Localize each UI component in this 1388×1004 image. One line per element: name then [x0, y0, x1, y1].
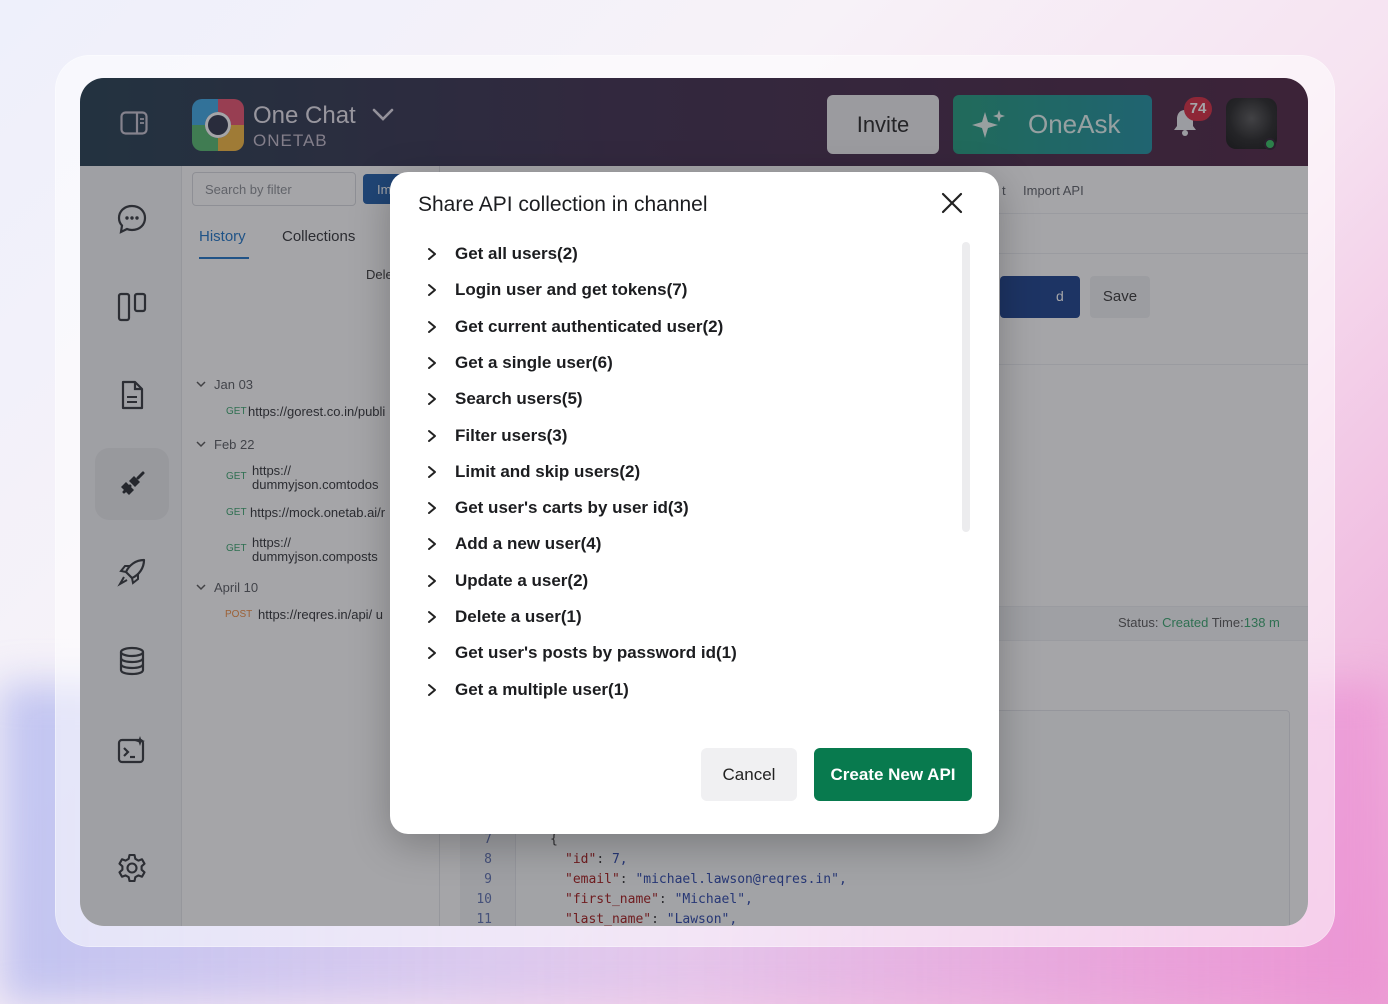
chevron-right-icon[interactable]	[425, 574, 439, 588]
chevron-right-icon[interactable]	[425, 283, 439, 297]
close-icon[interactable]	[939, 190, 965, 216]
api-collection-item[interactable]: Get user's carts by user id(3)	[420, 493, 689, 523]
api-collection-item[interactable]: Get user's posts by password id(1)	[420, 638, 737, 668]
api-collection-label: Get user's carts by user id(3)	[455, 498, 689, 518]
api-collection-item[interactable]: Get current authenticated user(2)	[420, 312, 723, 342]
api-collection-label: Get a single user(6)	[455, 352, 613, 372]
chevron-right-icon[interactable]	[425, 320, 439, 334]
api-collection-label: Get user's posts by password id(1)	[455, 643, 737, 663]
api-collection-item[interactable]: Search users(5)	[420, 384, 583, 414]
cancel-button[interactable]: Cancel	[701, 748, 797, 801]
api-collection-label: Login user and get tokens(7)	[455, 280, 688, 300]
api-collection-item[interactable]: Add a new user(4)	[420, 529, 601, 559]
api-collection-label: Limit and skip users(2)	[455, 461, 641, 481]
api-collection-label: Update a user(2)	[455, 570, 589, 590]
api-collection-item[interactable]: Get all users(2)	[420, 239, 578, 269]
chevron-right-icon[interactable]	[425, 537, 439, 551]
api-collection-item[interactable]: Limit and skip users(2)	[420, 457, 640, 487]
api-collection-label: Get all users(2)	[455, 244, 578, 263]
api-collection-label: Get a multiple user(1)	[455, 679, 629, 699]
api-collection-item[interactable]: Get a multiple user(1)	[420, 675, 629, 705]
chevron-right-icon[interactable]	[425, 501, 439, 515]
api-collection-label: Filter users(3)	[455, 425, 568, 445]
api-collection-item[interactable]: Login user and get tokens(7)	[420, 275, 687, 305]
modal-title: Share API collection in channel	[418, 193, 708, 216]
chevron-right-icon[interactable]	[425, 465, 439, 479]
api-collection-item[interactable]: Filter users(3)	[420, 421, 567, 451]
chevron-right-icon[interactable]	[425, 356, 439, 370]
chevron-right-icon[interactable]	[425, 683, 439, 697]
api-collection-label: Get current authenticated user(2)	[455, 316, 724, 336]
chevron-right-icon[interactable]	[425, 247, 439, 261]
api-collection-item[interactable]: Delete a user(1)	[420, 602, 582, 632]
chevron-right-icon[interactable]	[425, 429, 439, 443]
chevron-right-icon[interactable]	[425, 392, 439, 406]
api-collection-label: Add a new user(4)	[455, 534, 602, 554]
create-new-api-button[interactable]: Create New API	[814, 748, 972, 801]
api-collection-item[interactable]: Update a user(2)	[420, 566, 588, 596]
chevron-right-icon[interactable]	[425, 646, 439, 660]
api-collection-label: Search users(5)	[455, 389, 583, 409]
modal-scrollbar[interactable]	[962, 242, 970, 532]
api-collection-item[interactable]: Get a single user(6)	[420, 348, 613, 378]
chevron-right-icon[interactable]	[425, 610, 439, 624]
api-collection-label: Delete a user(1)	[455, 607, 582, 626]
share-api-modal: Share API collection in channel Get all …	[390, 172, 999, 834]
